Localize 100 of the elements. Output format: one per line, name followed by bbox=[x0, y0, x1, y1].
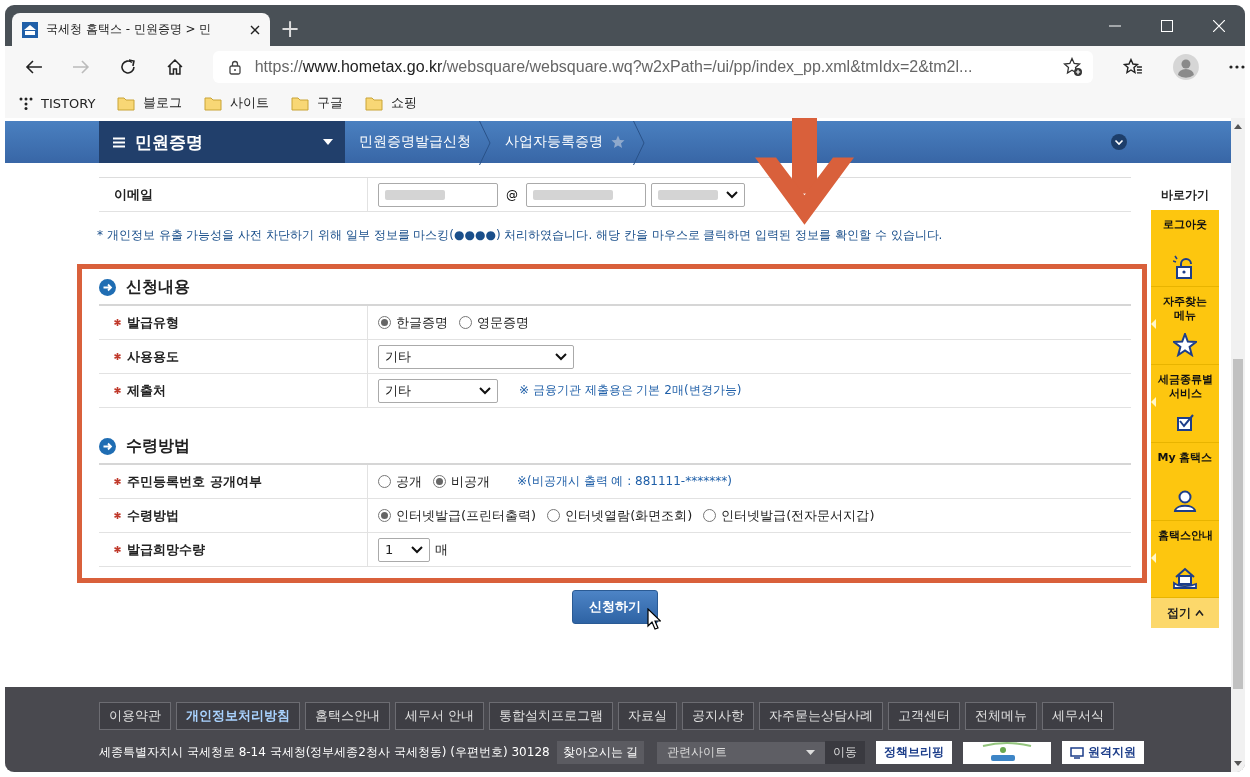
profile-icon[interactable] bbox=[1173, 54, 1200, 80]
dropdown[interactable]: 기타 bbox=[378, 378, 498, 403]
scrollbar[interactable] bbox=[1231, 118, 1245, 772]
domain-field[interactable] bbox=[526, 182, 646, 207]
star-icon[interactable] bbox=[611, 135, 625, 149]
site-icon bbox=[22, 21, 38, 38]
go-button[interactable]: 이동 bbox=[825, 741, 866, 764]
expand-marker bbox=[1151, 319, 1156, 329]
chevron-icon bbox=[479, 386, 491, 395]
radio-label: 한글증명 bbox=[396, 313, 448, 332]
add-favorite-icon[interactable] bbox=[1063, 57, 1084, 77]
footer-link[interactable]: 개인정보처리방침 bbox=[176, 702, 300, 730]
footer-link[interactable]: 자주묻는상담사례 bbox=[759, 702, 884, 730]
footer-link[interactable]: 세무서식 bbox=[1042, 702, 1115, 730]
radio-button[interactable] bbox=[459, 316, 472, 329]
banner-link[interactable]: 정책브리핑 bbox=[876, 741, 953, 764]
dropdown[interactable]: 기타 bbox=[378, 344, 574, 369]
logo-banner[interactable] bbox=[963, 741, 1052, 764]
radio-label: 인터넷발급(전자문서지갑) bbox=[721, 506, 875, 525]
radio-button[interactable] bbox=[378, 316, 391, 329]
star-icon bbox=[1173, 333, 1197, 357]
radio-button[interactable] bbox=[433, 475, 446, 488]
folder-icon bbox=[365, 95, 384, 111]
back-icon[interactable] bbox=[25, 59, 43, 75]
bookmark[interactable]: 쇼핑 bbox=[365, 94, 418, 112]
scroll-down-icon[interactable] bbox=[1234, 761, 1242, 766]
directions-button[interactable]: 찾아오시는 길 bbox=[556, 741, 645, 764]
collapse-button[interactable]: 접기 bbox=[1151, 598, 1219, 628]
footer-link[interactable]: 자료실 bbox=[618, 702, 678, 730]
quick-menu-item[interactable]: My 홈택스 bbox=[1151, 443, 1219, 521]
footer-link[interactable]: 통합설치프로그램 bbox=[489, 702, 614, 730]
footer-link[interactable]: 고객센터 bbox=[888, 702, 961, 730]
tab-title: 국세청 홈택스 - 민원증명 > 민 bbox=[46, 21, 213, 38]
new-tab-button[interactable]: + bbox=[280, 17, 301, 41]
expand-marker bbox=[1151, 553, 1156, 563]
radio-label: 인터넷발급(프린터출력) bbox=[396, 506, 537, 525]
at-sign: @ bbox=[506, 187, 518, 202]
radio-label: 인터넷열람(화면조회) bbox=[565, 506, 693, 525]
url-text: https://www.hometax.go.kr/websquare/websquare.wq?w2xPath=/ui/pp/index_pp.xml&tmIdx=2&tm2l... bbox=[254, 58, 974, 76]
browser-tab[interactable]: 국세청 홈택스 - 민원증명 > 민 bbox=[12, 13, 270, 46]
close-icon[interactable] bbox=[250, 24, 260, 35]
reload-icon[interactable] bbox=[118, 58, 137, 76]
submit-button[interactable]: 신청하기 bbox=[572, 590, 658, 624]
bookmark[interactable]: TISTORY bbox=[19, 95, 96, 111]
bookmark[interactable]: 구글 bbox=[291, 94, 344, 112]
bookmark[interactable]: 블로그 bbox=[117, 94, 183, 112]
radio-label: 영문증명 bbox=[477, 313, 529, 332]
radio-button[interactable] bbox=[378, 509, 391, 522]
chevron-icon bbox=[411, 545, 423, 554]
hint-text: ※ 금융기관 제출용은 기본 2매(변경가능) bbox=[519, 382, 742, 399]
scroll-thumb[interactable] bbox=[1233, 359, 1243, 689]
email-field[interactable] bbox=[378, 182, 498, 207]
scroll-up-icon[interactable] bbox=[1234, 124, 1242, 129]
quick-menu-item[interactable]: 세금종류별 서비스 bbox=[1151, 365, 1219, 443]
dropdown[interactable]: 1 bbox=[378, 537, 430, 562]
menu-icon bbox=[113, 136, 125, 148]
breadcrumb[interactable]: 민원증명발급신청 bbox=[345, 121, 479, 163]
footer-link[interactable]: 전체메뉴 bbox=[965, 702, 1038, 730]
radio-button[interactable] bbox=[378, 475, 391, 488]
menu-dropdown[interactable]: 민원증명 bbox=[99, 121, 345, 163]
footer-link[interactable]: 이용약관 bbox=[99, 702, 171, 730]
favorites-icon[interactable] bbox=[1123, 58, 1144, 76]
field-label: 발급희망수량 bbox=[127, 540, 205, 559]
radio-button[interactable] bbox=[703, 509, 717, 522]
hint-text: ※(비공개시 출력 예 : 881111-*******) bbox=[517, 473, 732, 490]
home-icon[interactable] bbox=[165, 58, 184, 76]
radio-label: 비공개 bbox=[451, 472, 490, 491]
more-icon[interactable] bbox=[1229, 65, 1245, 69]
maximize-icon[interactable] bbox=[1161, 20, 1173, 32]
field-label: 주민등록번호 공개여부 bbox=[127, 472, 262, 491]
quick-menu-title: 바로가기 bbox=[1160, 187, 1210, 204]
expand-icon[interactable] bbox=[1111, 134, 1127, 150]
quick-menu-item[interactable]: 홈택스안내 bbox=[1151, 521, 1219, 598]
unit-label: 매 bbox=[435, 540, 448, 559]
quick-menu-item[interactable]: 자주찾는 메뉴 bbox=[1151, 287, 1219, 365]
folder-icon bbox=[204, 95, 223, 111]
radio-button[interactable] bbox=[547, 509, 561, 522]
bookmark[interactable]: 사이트 bbox=[204, 94, 270, 112]
arrow-circle-icon bbox=[99, 278, 116, 296]
breadcrumb[interactable]: 사업자등록증명 bbox=[491, 121, 633, 163]
chevron-icon bbox=[555, 352, 567, 361]
related-sites-dropdown[interactable]: 관련사이트 bbox=[657, 741, 826, 764]
remote-support-button[interactable]: 원격지원 bbox=[1062, 741, 1145, 764]
folder-icon bbox=[117, 95, 136, 111]
footer-link[interactable]: 홈택스안내 bbox=[305, 702, 390, 730]
field-label: 이메일 bbox=[114, 185, 153, 204]
address-bar[interactable]: https://www.hometax.go.kr/websquare/websquare.wq?w2xPath=/ui/pp/index_pp.xml&tmIdx=2&tm2l... bbox=[212, 51, 1094, 83]
person-icon bbox=[1173, 489, 1197, 513]
footer-link[interactable]: 공지사항 bbox=[682, 702, 755, 730]
breadcrumb-separator bbox=[479, 121, 491, 165]
footer-link[interactable]: 세무서 안내 bbox=[395, 702, 485, 730]
field-label: 발급유형 bbox=[127, 313, 179, 332]
house-icon bbox=[1173, 566, 1197, 590]
quick-menu-item[interactable]: 로그아웃 bbox=[1151, 210, 1219, 287]
masked-text bbox=[385, 189, 445, 200]
caret-icon bbox=[1194, 610, 1204, 616]
caret-icon bbox=[806, 750, 816, 755]
chevron-icon bbox=[726, 190, 738, 199]
notice-text: * 개인정보 유출 가능성을 사전 차단하기 위해 일부 정보를 마스킹(●●●●) 처리하였습니다. 해당 칸을 마우스로 클릭하면 입력된 정보를 확인할 수 있습니다. bbox=[97, 227, 944, 244]
field-label: 제출처 bbox=[127, 381, 166, 400]
